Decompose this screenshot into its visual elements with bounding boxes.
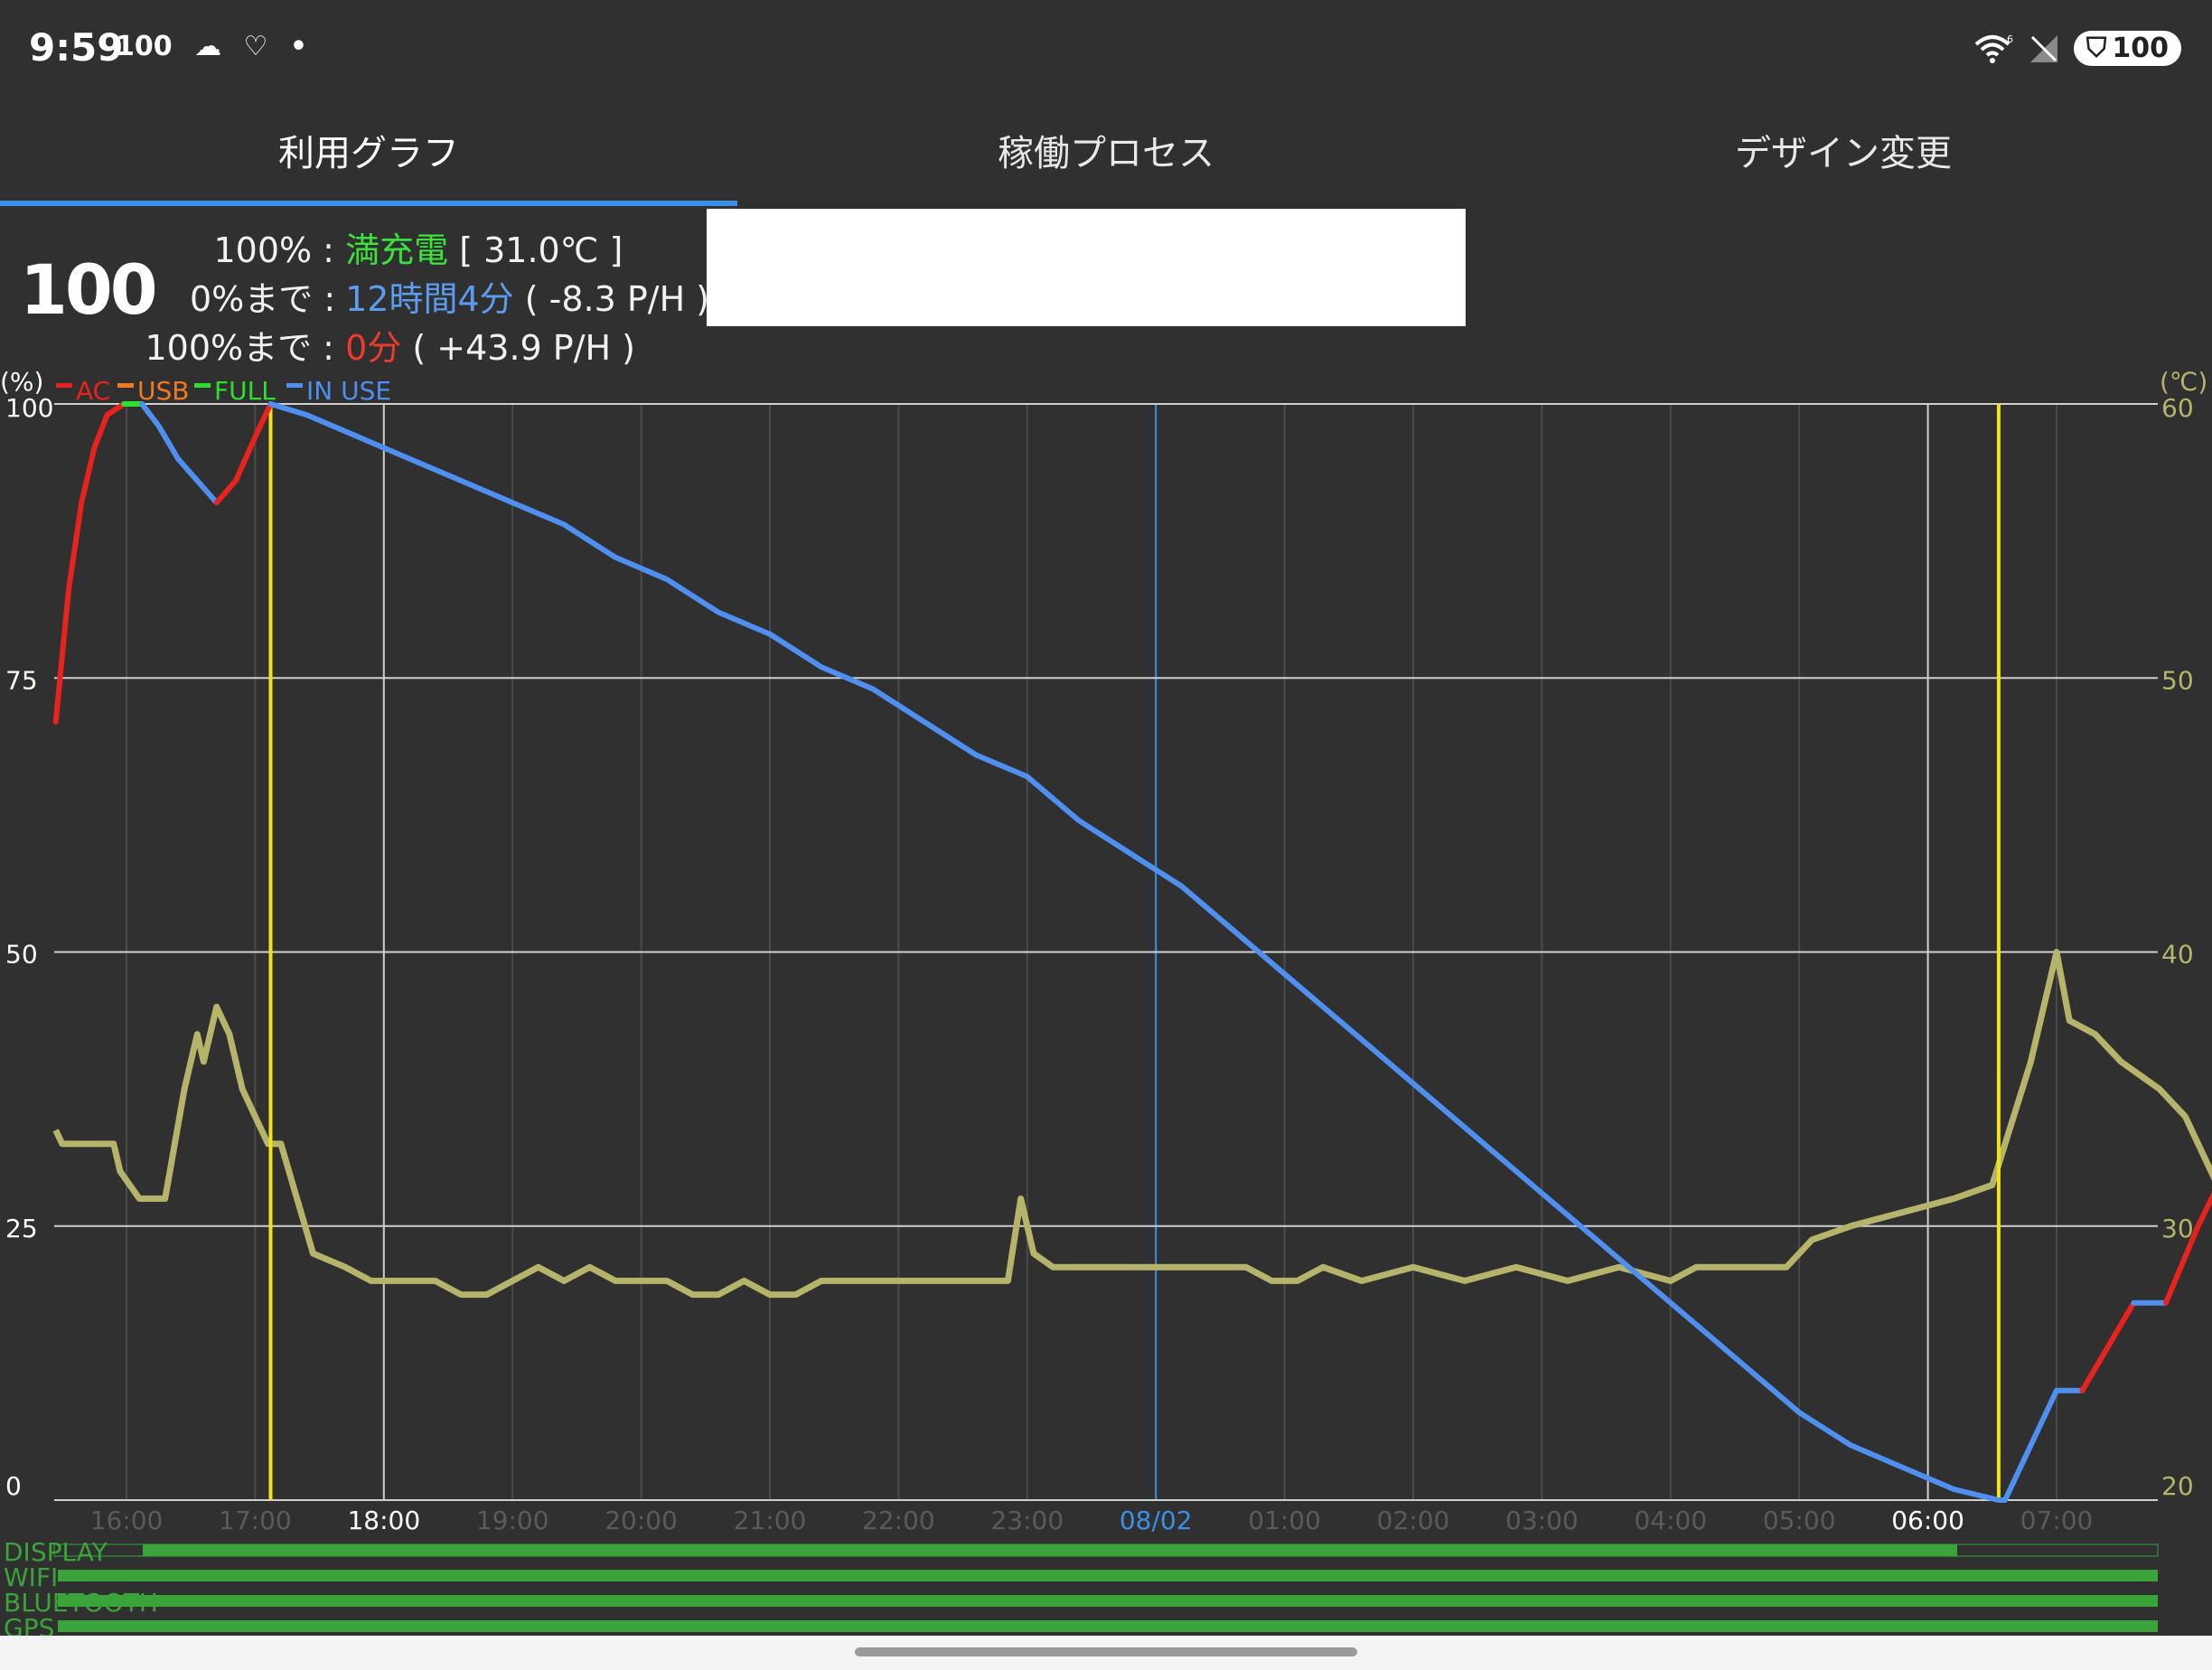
x-tick-label: 17:00 xyxy=(219,1506,292,1535)
left-unit-label: (%) xyxy=(0,367,43,397)
usage-bar-display xyxy=(143,1544,1957,1556)
left-tick-label: 50 xyxy=(5,940,38,970)
x-tick-label: 08/02 xyxy=(1120,1506,1193,1535)
right-tick-label: 20 xyxy=(2161,1471,2194,1501)
usage-bar-wifi xyxy=(58,1570,2158,1581)
x-tick-label: 22:00 xyxy=(862,1506,935,1535)
right-tick-label: 60 xyxy=(2161,393,2194,423)
left-tick-label: 75 xyxy=(5,665,38,695)
battery-usage-chart: 100 75 50 25 0 60 50 40 30 20 (%) (℃) AC USB FULL IN US… xyxy=(0,367,2212,1636)
x-tick-label: 03:00 xyxy=(1505,1506,1579,1535)
right-unit-label: (℃) xyxy=(2160,367,2207,397)
x-tick-label: 16:00 xyxy=(90,1506,164,1535)
x-tick-label: 07:00 xyxy=(2020,1506,2094,1535)
usage-bar-bluetooth xyxy=(58,1595,2158,1607)
left-tick-label: 25 xyxy=(5,1214,38,1243)
legend-swatch xyxy=(117,383,134,388)
x-tick-label: 06:00 xyxy=(1891,1506,1964,1535)
legend-label-ac: AC xyxy=(76,376,110,406)
legend-swatch xyxy=(194,383,211,388)
x-tick-label: 20:00 xyxy=(605,1506,678,1535)
x-tick-label: 23:00 xyxy=(990,1506,1064,1535)
usage-label-gps: GPS xyxy=(4,1613,54,1636)
x-tick-label: 02:00 xyxy=(1377,1506,1450,1535)
x-tick-label: 04:00 xyxy=(1634,1506,1707,1535)
legend-label-usb: USB xyxy=(137,376,189,406)
x-tick-label: 18:00 xyxy=(347,1506,420,1535)
home-gesture-handle[interactable] xyxy=(855,1647,1357,1656)
x-tick-label: 19:00 xyxy=(476,1506,549,1535)
left-tick-label: 100 xyxy=(5,393,53,423)
left-tick-label: 0 xyxy=(5,1471,22,1501)
legend-swatch xyxy=(56,383,72,388)
usage-bar-gps xyxy=(58,1620,2158,1632)
x-tick-label: 21:00 xyxy=(734,1506,807,1535)
right-tick-label: 40 xyxy=(2161,940,2194,970)
right-tick-label: 30 xyxy=(2161,1214,2194,1243)
legend-label-in-use: IN USE xyxy=(306,376,391,406)
right-tick-label: 50 xyxy=(2161,665,2194,695)
legend-label-full: FULL xyxy=(214,376,276,406)
x-tick-label: 05:00 xyxy=(1763,1506,1836,1535)
legend-swatch xyxy=(286,383,303,388)
x-tick-label: 01:00 xyxy=(1248,1506,1321,1535)
